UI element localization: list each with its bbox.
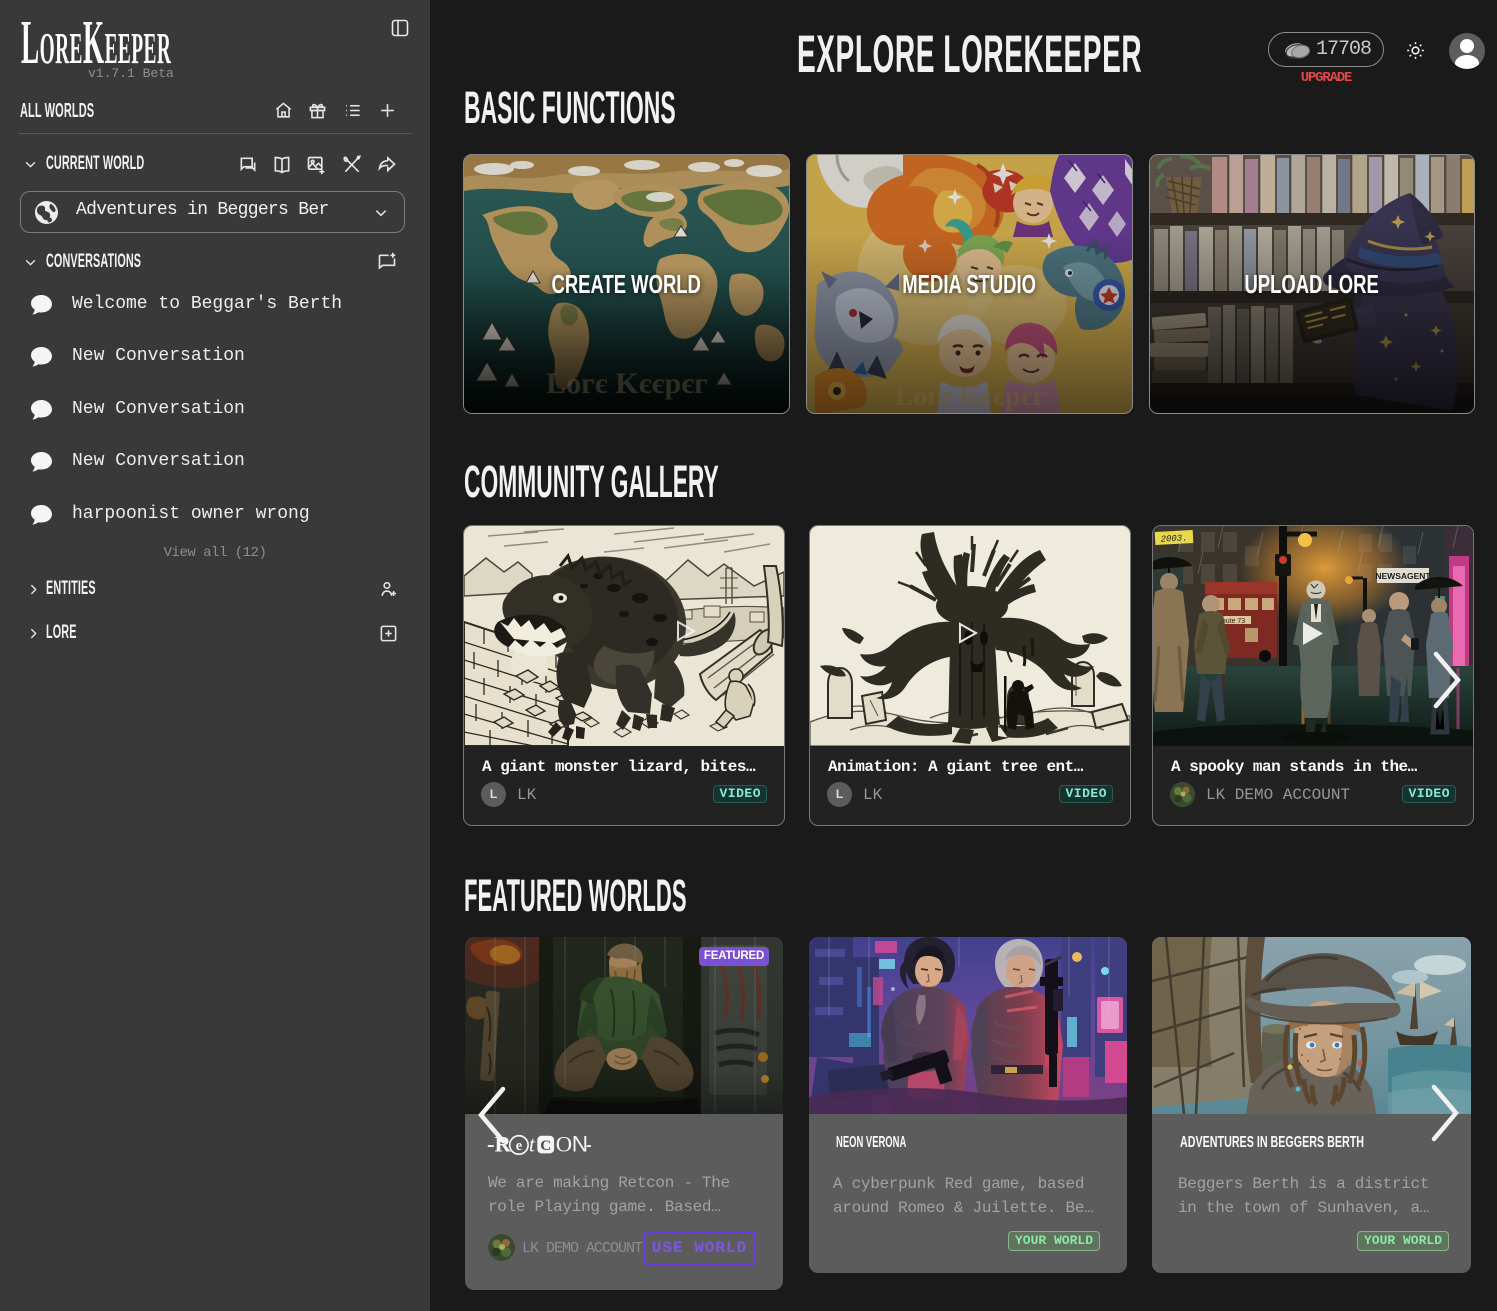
svg-text:-: - bbox=[586, 1132, 591, 1157]
svg-text:e: e bbox=[516, 1138, 522, 1154]
svg-text:Lοгє Kєєрєг: Lοгє Kєєрєг bbox=[546, 367, 708, 400]
svg-text:t: t bbox=[529, 1133, 536, 1157]
svg-text:Lοгє Kєєрєг: Lοгє Kєєрєг bbox=[895, 381, 1046, 412]
svg-text:O: O bbox=[556, 1132, 572, 1157]
svg-text:2003.: 2003. bbox=[1160, 533, 1188, 544]
svg-text:NEWSAGENT: NEWSAGENT bbox=[1375, 571, 1431, 581]
svg-text:C: C bbox=[540, 1138, 551, 1154]
